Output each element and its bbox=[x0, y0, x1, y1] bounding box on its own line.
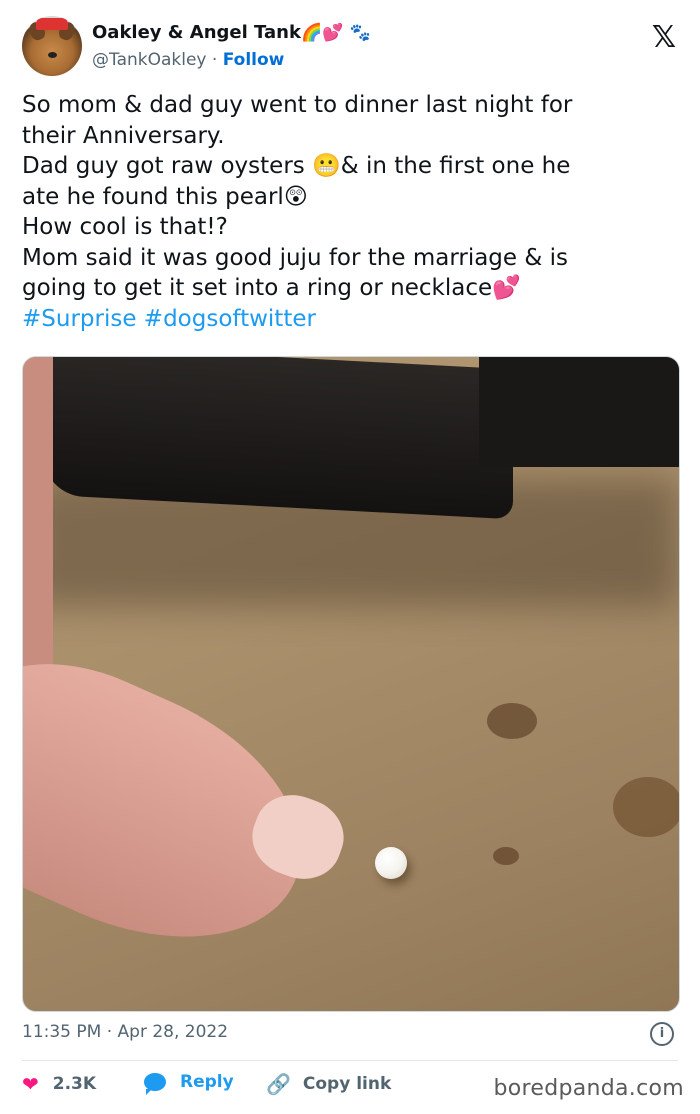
tweet-line: their Anniversary. bbox=[22, 122, 225, 149]
handle-separator: · bbox=[211, 50, 218, 70]
tweet-line: ate he found this pearl😲 bbox=[22, 183, 308, 210]
reply-label: Reply bbox=[180, 1072, 234, 1092]
divider bbox=[22, 1060, 678, 1061]
stain bbox=[493, 847, 519, 865]
copy-link-button[interactable]: 🔗 Copy link bbox=[266, 1072, 391, 1096]
like-button[interactable]: ❤ 2.3K bbox=[22, 1072, 96, 1096]
hearts-emoji: 💕 bbox=[322, 23, 344, 43]
paw-prints-emoji: 🐾 bbox=[349, 23, 371, 43]
link-icon: 🔗 bbox=[266, 1072, 291, 1096]
finger-left-edge bbox=[23, 357, 53, 687]
pearl bbox=[375, 847, 407, 879]
info-icon[interactable]: i bbox=[650, 1022, 674, 1046]
tweet-line: So mom & dad guy went to dinner last nig… bbox=[22, 92, 573, 118]
heart-icon: ❤ bbox=[22, 1072, 39, 1096]
reply-icon bbox=[144, 1073, 166, 1095]
wallet bbox=[43, 357, 513, 520]
like-count: 2.3K bbox=[52, 1074, 97, 1094]
tweet-timestamp[interactable]: 11:35 PM · Apr 28, 2022 bbox=[22, 1022, 228, 1042]
stain bbox=[487, 703, 537, 739]
author-handle-row: @TankOakley · Follow bbox=[92, 50, 284, 70]
tweet-line: How cool is that!? bbox=[22, 214, 228, 240]
reply-button[interactable]: Reply bbox=[144, 1072, 234, 1095]
stain bbox=[613, 777, 679, 837]
tweet-photo[interactable] bbox=[22, 356, 680, 1012]
author-name-row[interactable]: Oakley & Angel Tank🌈💕 🐾 bbox=[92, 22, 371, 43]
tweet-line: going to get it set into a ring or neckl… bbox=[22, 275, 521, 301]
follow-button[interactable]: Follow bbox=[223, 50, 285, 70]
tweet-line: Dad guy got raw oysters 😬& in the first … bbox=[22, 153, 571, 179]
watermark: boredpanda.com bbox=[493, 1076, 684, 1101]
wallet-dark-edge bbox=[479, 357, 679, 467]
tweet-line: Mom said it was good juju for the marria… bbox=[22, 244, 568, 271]
hashtags[interactable]: #Surprise #dogsoftwitter bbox=[22, 304, 682, 335]
author-handle[interactable]: @TankOakley bbox=[92, 50, 207, 70]
copy-link-label: Copy link bbox=[302, 1074, 392, 1094]
x-logo-icon[interactable]: 𝕏 bbox=[652, 20, 676, 55]
tweet-header: Oakley & Angel Tank🌈💕 🐾 @TankOakley · Fo… bbox=[22, 16, 682, 80]
author-name[interactable]: Oakley & Angel Tank bbox=[92, 22, 301, 43]
tweet-text: So mom & dad guy went to dinner last nig… bbox=[22, 90, 682, 334]
avatar[interactable] bbox=[22, 16, 82, 76]
rainbow-emoji: 🌈 bbox=[300, 23, 323, 43]
